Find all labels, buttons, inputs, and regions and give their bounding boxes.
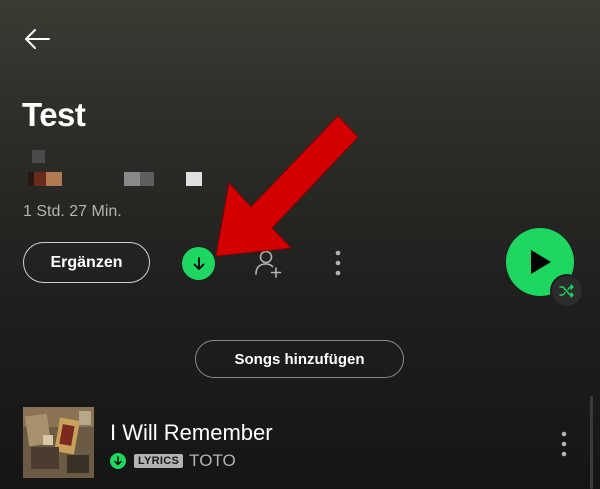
downloaded-indicator-icon — [110, 453, 126, 469]
avatar-pixel — [46, 172, 62, 186]
avatar-pixel — [34, 172, 46, 186]
avatar-pixel — [186, 172, 202, 186]
annotation-arrow-icon — [215, 115, 359, 257]
track-row[interactable]: I Will Remember LYRICS TOTO — [0, 400, 600, 489]
back-button[interactable] — [22, 24, 52, 54]
track-meta: LYRICS TOTO — [110, 451, 236, 470]
download-button[interactable] — [182, 247, 215, 280]
shuffle-icon — [559, 284, 574, 298]
album-art-image — [23, 407, 94, 478]
page-title: Test — [22, 96, 86, 133]
playlist-duration: 1 Std. 27 Min. — [23, 203, 122, 220]
avatar-pixel — [124, 172, 140, 186]
add-collaborator-button[interactable] — [251, 246, 285, 280]
more-options-button[interactable] — [326, 246, 350, 280]
avatar-pixel — [140, 172, 154, 186]
arrow-left-icon — [25, 29, 50, 49]
avatar-pixel — [32, 150, 45, 163]
add-songs-button[interactable]: Songs hinzufügen — [195, 340, 404, 378]
arrow-down-icon — [193, 256, 204, 270]
track-more-options-button[interactable] — [552, 428, 576, 460]
lyrics-badge: LYRICS — [134, 454, 184, 468]
track-artist: TOTO — [189, 451, 236, 470]
add-button[interactable]: Ergänzen — [23, 242, 150, 283]
owner-avatars[interactable] — [26, 150, 206, 190]
shuffle-button[interactable] — [552, 276, 582, 306]
track-title: I Will Remember — [110, 420, 273, 445]
scrollbar[interactable] — [590, 396, 593, 489]
vertical-dots-icon — [335, 250, 341, 276]
vertical-dots-icon — [561, 431, 567, 457]
play-triangle-icon — [531, 250, 551, 274]
album-cover — [23, 407, 94, 478]
person-plus-icon — [255, 250, 282, 278]
